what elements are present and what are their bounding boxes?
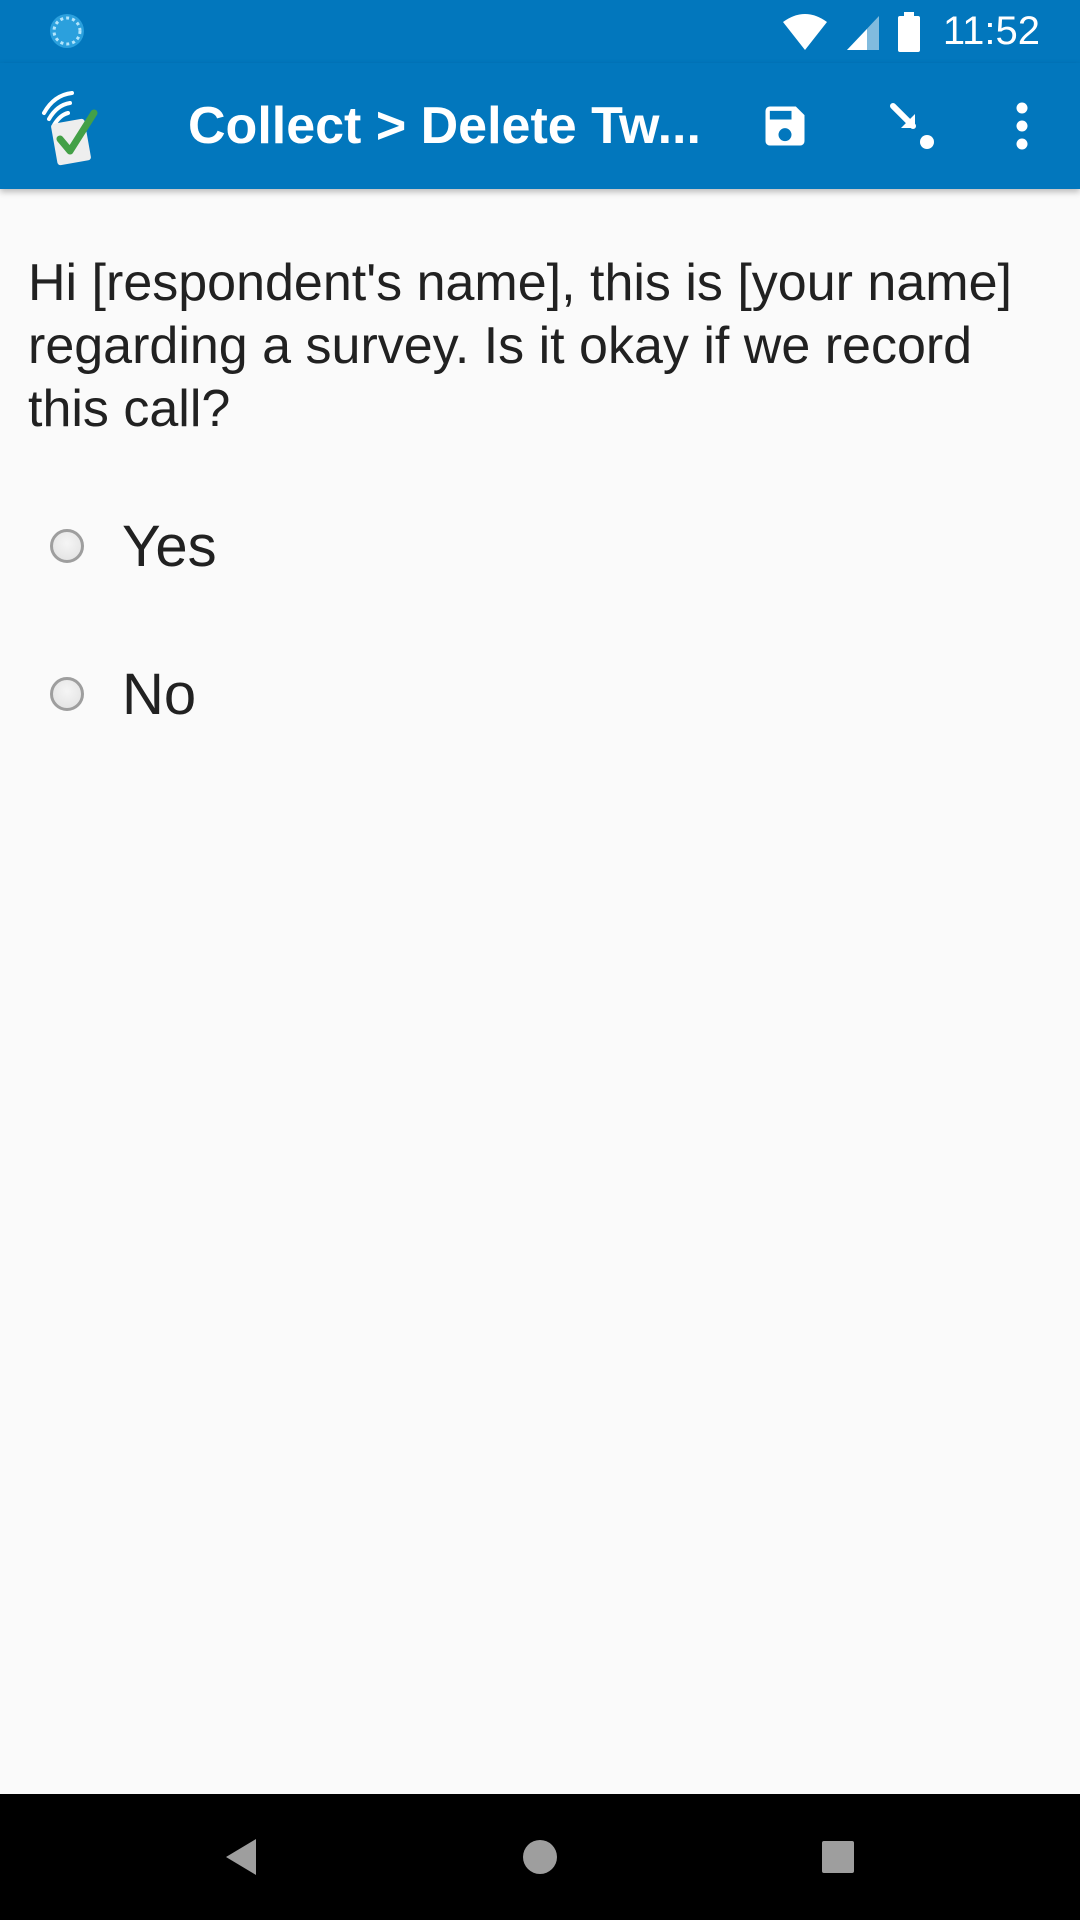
screen: 11:52 Collect > Delete Tw... Hi [respond… xyxy=(0,0,1080,1920)
option-label: Yes xyxy=(122,513,217,579)
more-vert-icon xyxy=(1016,102,1028,150)
save-icon xyxy=(765,106,805,146)
sync-icon xyxy=(50,14,84,48)
recents-icon xyxy=(822,1841,854,1873)
back-icon xyxy=(226,1839,256,1875)
save-button[interactable] xyxy=(745,86,825,166)
status-bar: 11:52 xyxy=(0,0,1080,63)
more-options-button[interactable] xyxy=(982,86,1062,166)
radio-yes[interactable] xyxy=(50,529,84,563)
home-button[interactable] xyxy=(500,1817,580,1897)
cell-signal-icon xyxy=(846,15,879,50)
option-label: No xyxy=(122,661,197,727)
nav-bar xyxy=(0,1794,1080,1920)
app-toolbar: Collect > Delete Tw... xyxy=(0,63,1080,189)
question-text: Hi [respondent's name], this is [your na… xyxy=(28,254,1012,438)
status-icons: 11:52 xyxy=(781,0,1040,63)
option-no[interactable]: No xyxy=(40,644,196,744)
back-button[interactable] xyxy=(202,1817,282,1897)
status-time: 11:52 xyxy=(942,9,1040,53)
radio-no[interactable] xyxy=(50,677,84,711)
battery-icon xyxy=(897,11,920,52)
app-logo-icon xyxy=(42,91,98,166)
wifi-icon xyxy=(782,13,827,50)
jump-button[interactable] xyxy=(873,86,953,166)
option-yes[interactable]: Yes xyxy=(40,496,217,596)
jump-icon xyxy=(890,103,934,149)
toolbar-title: Collect > Delete Tw... xyxy=(188,97,701,155)
recents-button[interactable] xyxy=(798,1817,878,1897)
home-icon xyxy=(523,1840,557,1874)
